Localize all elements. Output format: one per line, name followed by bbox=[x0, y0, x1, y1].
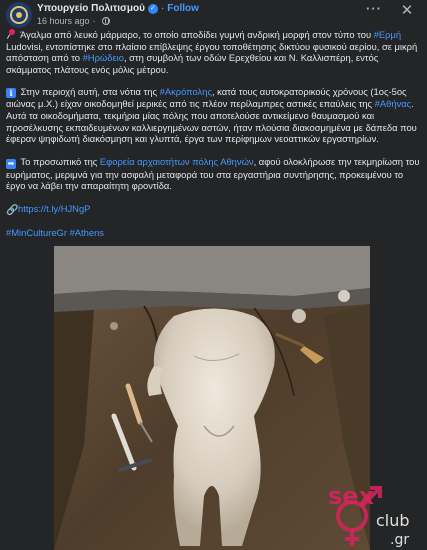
p3-text-1: Το προσωπικό της bbox=[18, 155, 100, 167]
hashtag-athens-gr[interactable]: #Αθήνας bbox=[375, 98, 412, 109]
ephorate-link[interactable]: Εφορεία αρχαιοτήτων πόλης Αθηνών bbox=[100, 156, 254, 167]
post-meta: 16 hours ago · bbox=[37, 15, 110, 27]
verified-badge-icon: ✓ bbox=[147, 3, 158, 14]
watermark-text-3: .gr bbox=[390, 532, 409, 548]
external-link[interactable]: https://t.ly/HJNgP bbox=[18, 203, 90, 214]
hashtag-hermes[interactable]: #Ερμή bbox=[374, 29, 401, 40]
hashtag-herodeion[interactable]: #Ηρώδειο bbox=[83, 52, 124, 63]
close-button[interactable]: ✕ bbox=[398, 2, 416, 20]
timestamp-separator: · bbox=[92, 16, 96, 26]
watermark-text-2: club bbox=[376, 511, 410, 530]
separator-dot: · bbox=[160, 3, 165, 14]
more-options-button[interactable]: ··· bbox=[364, 2, 384, 18]
paragraph-4: 🔗https://t.ly/HJNgP bbox=[6, 203, 420, 216]
pushpin-icon bbox=[6, 29, 16, 39]
globe-icon[interactable] bbox=[101, 17, 110, 25]
follow-button[interactable]: Follow bbox=[167, 3, 199, 14]
paragraph-1: Άγαλμα από λευκό μάρμαρο, το οποίο αποδί… bbox=[6, 29, 420, 75]
info-icon: i bbox=[6, 88, 16, 99]
name-row: Υπουργείο Πολιτισμού ✓ · Follow bbox=[37, 2, 199, 15]
page-avatar[interactable] bbox=[6, 2, 32, 28]
right-arrow-icon: ➡ bbox=[6, 158, 16, 169]
post-timestamp[interactable]: 16 hours ago bbox=[37, 16, 90, 26]
paragraph-5: #MinCultureGr #Athens bbox=[6, 227, 420, 239]
paragraph-3: ➡ Το προσωπικό της Εφορεία αρχαιοτήτων π… bbox=[6, 156, 420, 192]
hashtag-acropolis[interactable]: #Ακρόπολης bbox=[160, 86, 212, 97]
hashtag-minculturegr[interactable]: #MinCultureGr bbox=[6, 227, 67, 238]
post-header: Υπουργείο Πολιτισμού ✓ · Follow 16 hours… bbox=[0, 0, 427, 30]
watermark-text-1: sex bbox=[328, 482, 375, 510]
paragraph-2: i Στην περιοχή αυτή, στα νότια της #Ακρό… bbox=[6, 86, 420, 144]
watermark-logo: sex club .gr bbox=[300, 460, 420, 550]
avatar-emblem-dot bbox=[16, 12, 22, 18]
p1-text-1: Άγαλμα από λευκό μάρμαρο, το οποίο αποδί… bbox=[18, 29, 374, 40]
post-text: Άγαλμα από λευκό μάρμαρο, το οποίο αποδί… bbox=[6, 29, 420, 250]
facebook-post: Υπουργείο Πολιτισμού ✓ · Follow 16 hours… bbox=[0, 0, 427, 550]
hashtag-athens[interactable]: #Athens bbox=[70, 227, 104, 238]
page-name-link[interactable]: Υπουργείο Πολιτισμού bbox=[37, 3, 145, 14]
p2-text-1: Στην περιοχή αυτή, στα νότια της bbox=[18, 86, 160, 98]
link-icon: 🔗 bbox=[6, 204, 19, 216]
